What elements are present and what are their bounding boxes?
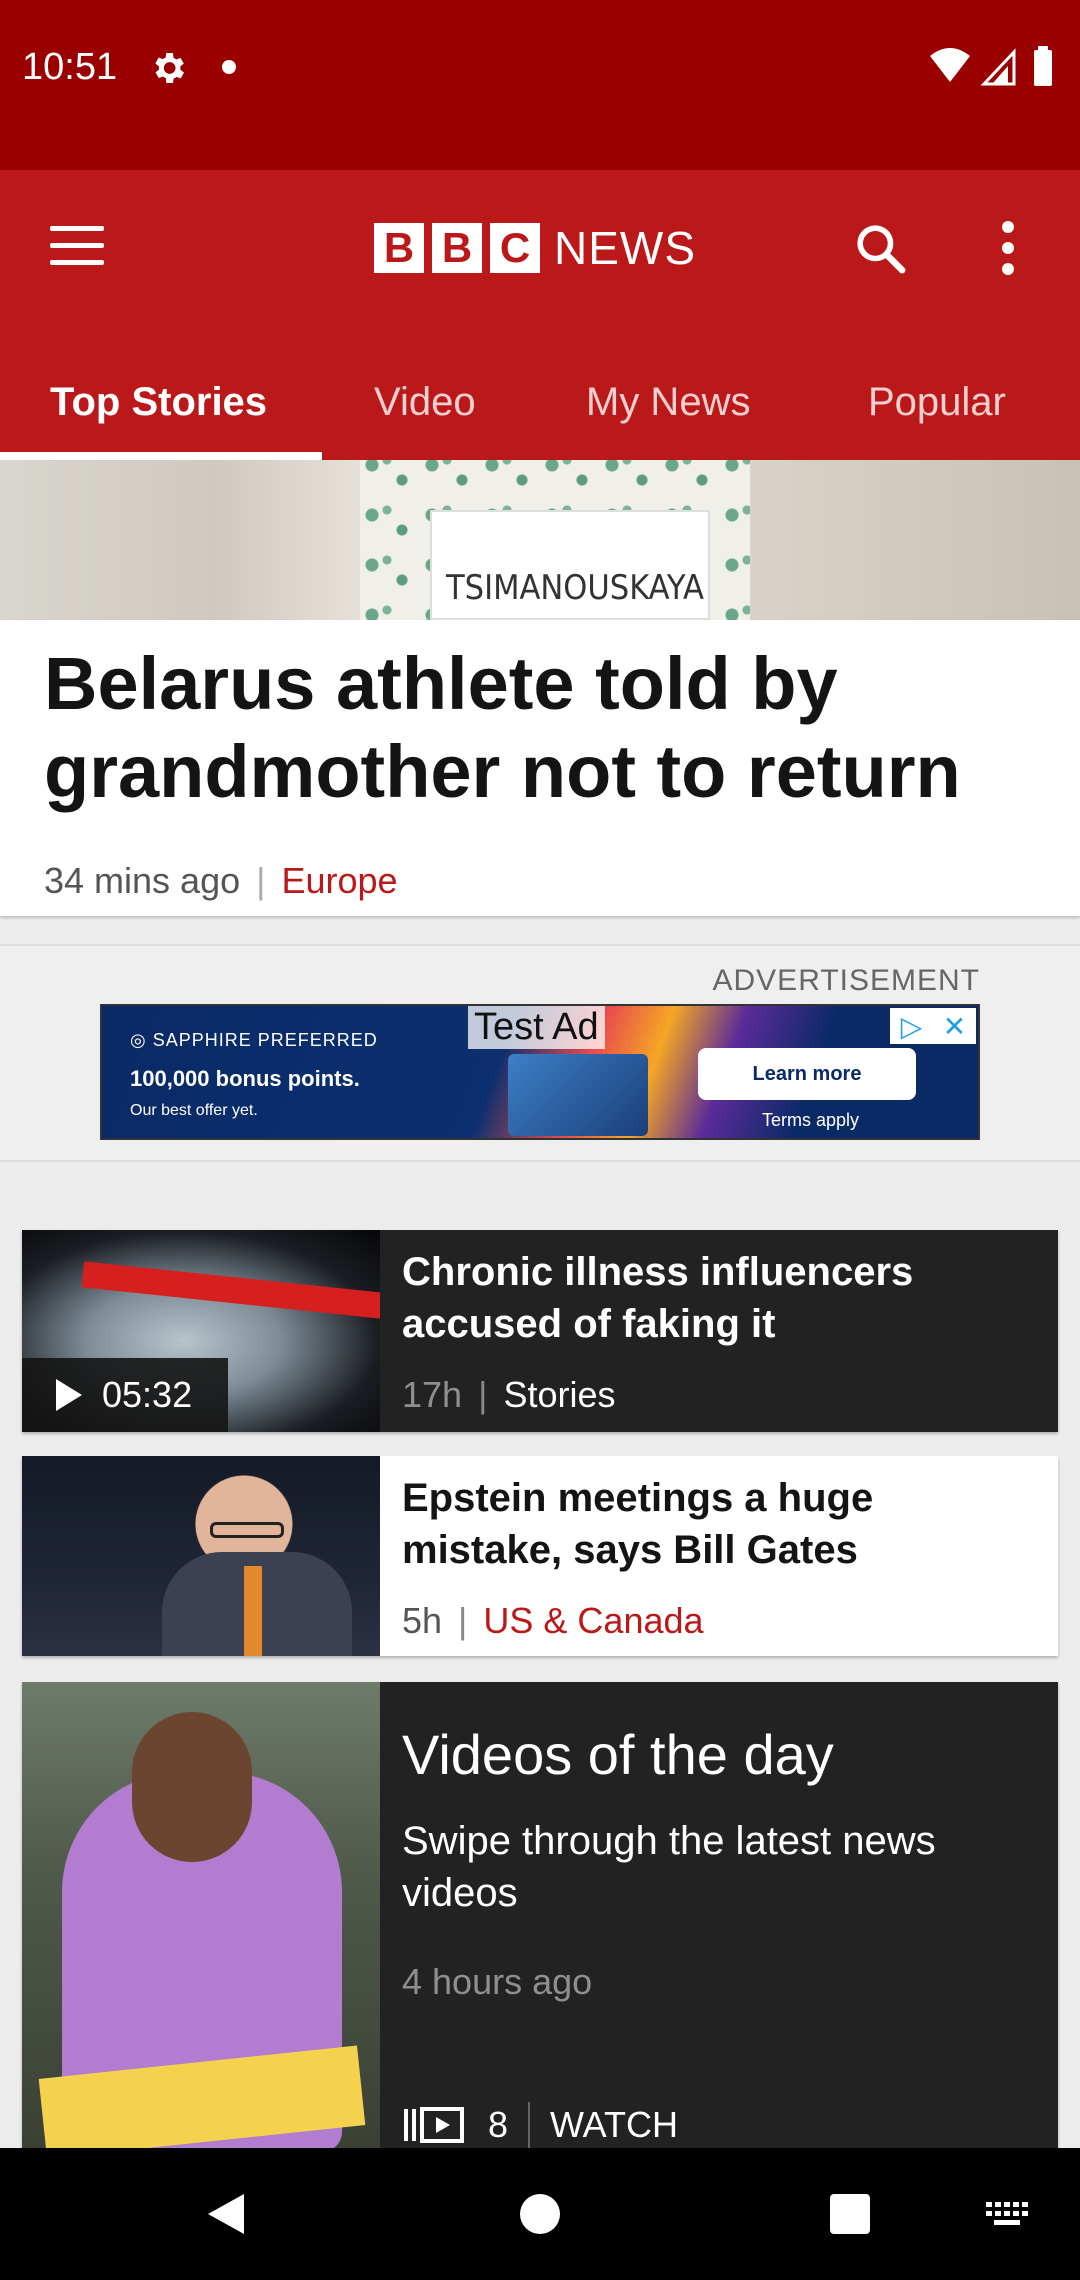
ad-brand: ◎ SAPPHIRE PREFERRED: [130, 1030, 378, 1050]
story-row[interactable]: Epstein meetings a huge mistake, says Bi…: [22, 1456, 1058, 1656]
ad-credit-card-image: [508, 1054, 648, 1136]
video-duration-badge: 05:32: [22, 1358, 228, 1432]
ad-close-icon: ✕: [942, 1010, 967, 1042]
ad-headline: 100,000 bonus points.: [130, 1066, 360, 1091]
ad-area: ADVERTISEMENT ◎ SAPPHIRE PREFERRED 100,0…: [0, 944, 1080, 1162]
videos-of-the-day-subtitle: Swipe through the latest news videos: [402, 1819, 936, 1915]
tab-video[interactable]: Video: [374, 368, 476, 460]
adchoices-icon: ▷: [900, 1010, 923, 1042]
videos-of-the-day-card[interactable]: Videos of the day Swipe through the late…: [22, 1682, 1058, 2152]
videos-of-the-day-title[interactable]: Videos of the day: [402, 1722, 1042, 1787]
videos-of-the-day-thumbnail[interactable]: [22, 1682, 380, 2152]
story-time: 5h: [402, 1600, 443, 1641]
search-icon[interactable]: [852, 220, 908, 276]
top-story-card[interactable]: Belarus athlete told by grandmother not …: [0, 620, 1080, 916]
system-nav-bar: [0, 2148, 1080, 2280]
battery-icon: [1034, 50, 1052, 86]
logo-news-text: NEWS: [554, 222, 696, 274]
top-story-category[interactable]: Europe: [281, 860, 397, 901]
menu-icon[interactable]: [50, 226, 104, 266]
hero-image[interactable]: TSIMANOUSKAYA: [0, 460, 1080, 620]
more-options-icon[interactable]: [990, 218, 1026, 278]
story-time: 17h: [402, 1374, 463, 1415]
ad-learn-more-button[interactable]: Learn more: [698, 1048, 916, 1100]
ad-label: ADVERTISEMENT: [712, 964, 980, 997]
story-row[interactable]: 05:32 Chronic illness influencers accuse…: [22, 1230, 1058, 1432]
story-category[interactable]: US & Canada: [483, 1600, 703, 1641]
watch-button[interactable]: WATCH: [550, 2104, 678, 2146]
story-thumbnail[interactable]: 05:32: [22, 1230, 380, 1432]
test-ad-label: Test Ad: [468, 1006, 605, 1049]
top-story-meta: 34 mins ago | Europe: [44, 860, 398, 901]
tab-my-news[interactable]: My News: [586, 368, 750, 460]
story-category[interactable]: Stories: [503, 1374, 615, 1415]
home-icon[interactable]: [520, 2194, 560, 2234]
ad-subline: Our best offer yet.: [130, 1102, 258, 1119]
play-icon: [56, 1379, 82, 1411]
section-tabs: Top Stories Video My News Popular: [0, 368, 1080, 460]
keyboard-icon[interactable]: [986, 2202, 1028, 2226]
status-icons: [930, 46, 1052, 86]
video-gallery-icon: [404, 2107, 464, 2143]
video-duration: 05:32: [102, 1374, 193, 1415]
top-story-headline[interactable]: Belarus athlete told by grandmother not …: [44, 640, 1044, 816]
status-bar: 10:51: [0, 0, 1080, 170]
back-icon[interactable]: [206, 2192, 246, 2236]
watch-row[interactable]: 8 WATCH: [402, 2102, 678, 2148]
recent-apps-icon[interactable]: [830, 2194, 870, 2234]
ad-terms: Terms apply: [762, 1110, 860, 1130]
ad-choices[interactable]: ▷ ✕: [890, 1008, 976, 1044]
videos-of-the-day-time: 4 hours ago: [402, 1961, 593, 2002]
story-meta: 5h | US & Canada: [402, 1600, 704, 1641]
video-count: 8: [488, 2104, 509, 2145]
story-meta: 17h | Stories: [402, 1374, 616, 1415]
top-story-time: 34 mins ago: [44, 860, 241, 901]
logo-letter: B: [432, 223, 482, 273]
active-tab-indicator: [0, 452, 322, 460]
status-time: 10:51: [22, 46, 118, 88]
story-thumbnail[interactable]: [22, 1456, 380, 1656]
app-bar: B B C NEWS Top Stories Video My News Pop…: [0, 170, 1080, 460]
hero-image-caption: TSIMANOUSKAYA: [446, 568, 704, 608]
logo-letter: C: [490, 223, 540, 273]
notification-dot-icon: [222, 60, 236, 74]
story-title[interactable]: Epstein meetings a huge mistake, says Bi…: [402, 1472, 1042, 1576]
wifi-icon: [930, 48, 970, 82]
settings-gear-icon: [155, 53, 184, 83]
ad-banner[interactable]: ◎ SAPPHIRE PREFERRED 100,000 bonus point…: [100, 1004, 980, 1140]
tab-popular[interactable]: Popular: [868, 368, 1006, 460]
tab-top-stories[interactable]: Top Stories: [50, 368, 267, 460]
logo-letter: B: [374, 223, 424, 273]
story-title[interactable]: Chronic illness influencers accused of f…: [402, 1246, 1042, 1350]
bbc-news-logo: B B C NEWS: [374, 222, 696, 274]
